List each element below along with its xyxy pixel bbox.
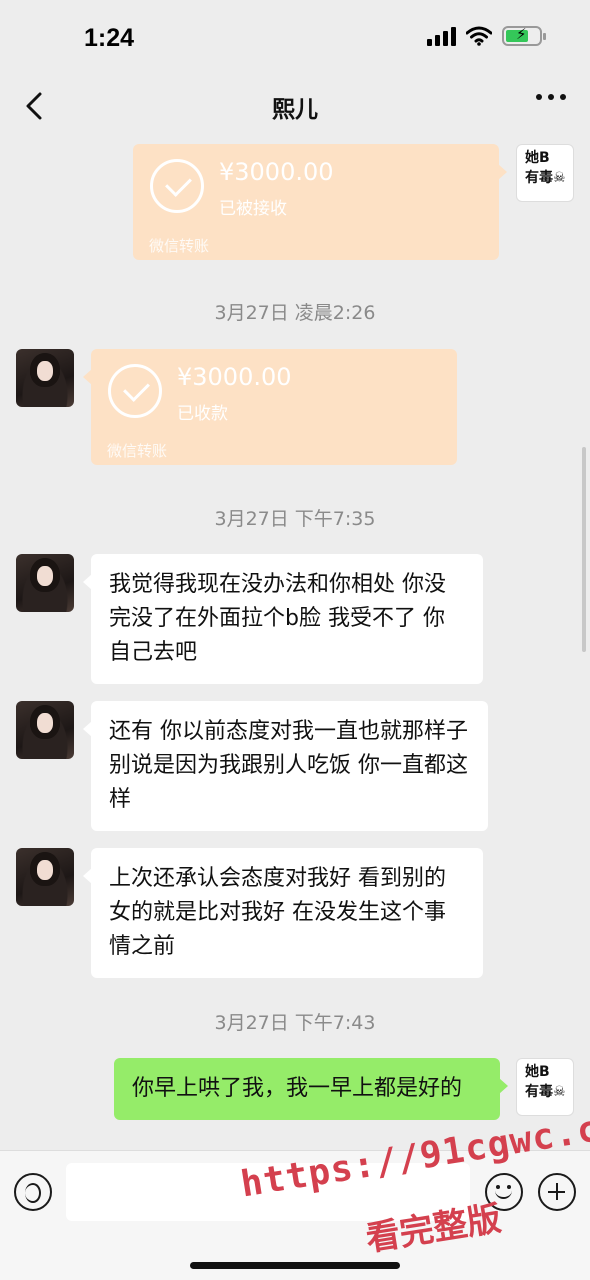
status-time: 1:24 [84,24,135,52]
check-icon [108,364,162,418]
transfer-card-sent[interactable]: ¥3000.00 已被接收 微信转账 [133,144,507,260]
contact-avatar[interactable] [16,349,74,407]
transfer-status: 已被接收 [219,199,287,219]
more-options-icon[interactable] [536,94,566,100]
timestamp: 3月27日 下午7:43 [214,1012,376,1034]
transfer-source: 微信转账 [107,442,168,460]
transfer-status: 已收款 [177,404,228,424]
timestamp: 3月27日 凌晨2:26 [214,302,376,324]
transfer-source: 微信转账 [149,237,210,255]
chat-title: 熙儿 [272,97,318,123]
contact-avatar[interactable] [16,848,74,906]
timestamp: 3月27日 下午7:35 [214,508,376,530]
chat-area[interactable]: ¥3000.00 已被接收 微信转账 她B 有毒☠ 3月27日 凌晨2:26 ¥… [0,132,590,1150]
self-avatar[interactable]: 她B 有毒☠ [516,1058,574,1116]
check-icon [150,159,204,213]
self-avatar[interactable]: 她B 有毒☠ [516,144,574,202]
message-bubble[interactable]: 我觉得我现在没办法和你相处 你没完没了在外面拉个b脸 我受不了 你自己去吧 [83,554,483,684]
plus-icon[interactable] [538,1173,576,1211]
contact-avatar[interactable] [16,554,74,612]
battery-icon: ⚡ [502,26,546,46]
chat-header: 熙儿 [0,80,590,132]
transfer-card-received[interactable]: ¥3000.00 已收款 微信转账 [83,349,457,465]
contact-avatar[interactable] [16,701,74,759]
message-bubble[interactable]: 还有 你以前态度对我一直也就那样子 别说是因为我跟别人吃饭 你一直都这样 [83,701,488,831]
message-bubble[interactable]: 上次还承认会态度对我好 看到别的女的就是比对我好 在没发生这个事情之前 [83,848,483,978]
transfer-amount: ¥3000.00 [177,363,292,391]
scrollbar[interactable] [582,447,586,652]
transfer-amount: ¥3000.00 [219,158,334,186]
message-bubble-sent[interactable]: 你早上哄了我，我一早上都是好的 [114,1058,508,1120]
cellular-signal-icon [427,26,456,46]
home-indicator[interactable] [190,1262,400,1269]
status-bar: 1:24 ⚡ [0,0,590,80]
status-icons: ⚡ [427,26,546,46]
voice-input-icon[interactable] [14,1173,52,1211]
wifi-icon [466,26,492,46]
